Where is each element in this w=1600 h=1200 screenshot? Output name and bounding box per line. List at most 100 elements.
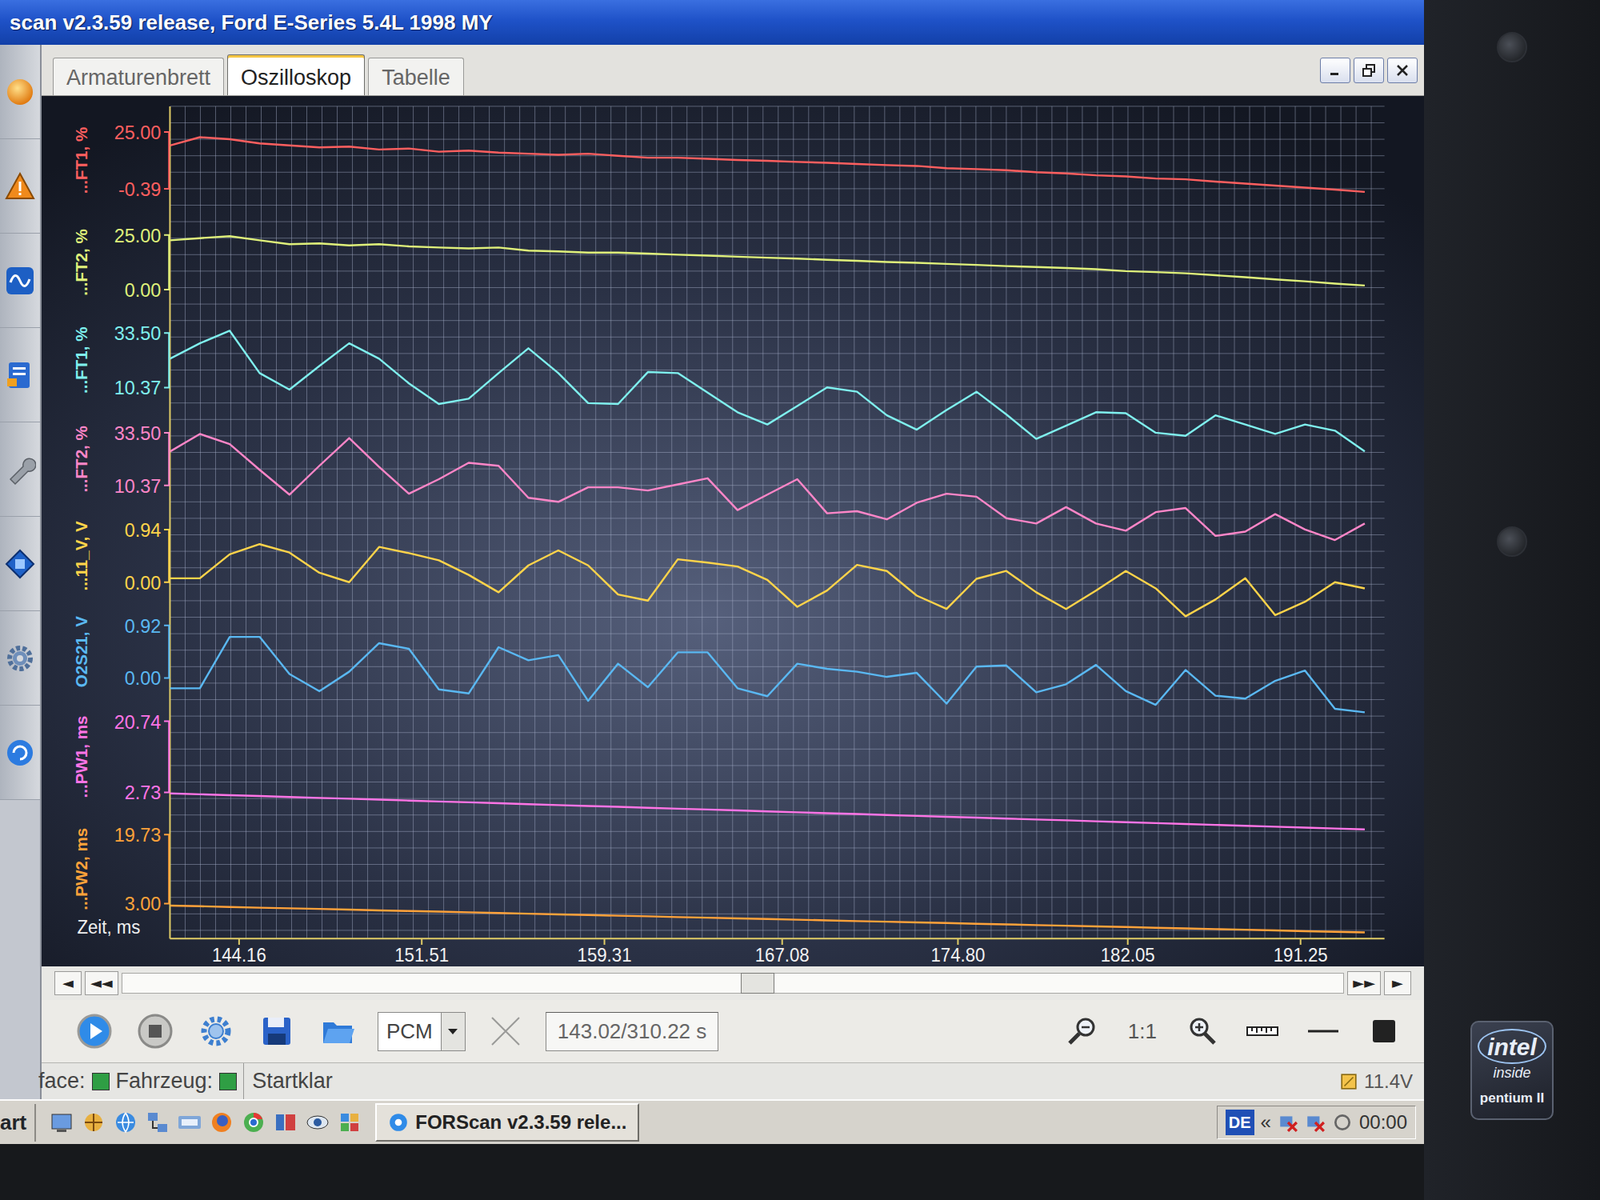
zoom-in-icon <box>1183 1012 1220 1050</box>
sidebar-item[interactable] <box>0 611 40 706</box>
series-line <box>169 236 1364 286</box>
axis-min-label: 3.00 <box>124 892 162 916</box>
clear-button[interactable] <box>484 1010 527 1052</box>
tab[interactable]: Oszilloskop <box>227 54 365 96</box>
minimize-button[interactable] <box>1320 57 1351 84</box>
tab-row: ArmaturenbrettOszilloskopTabelle <box>41 44 1424 96</box>
sticker-line: inside <box>1492 1065 1531 1080</box>
ruler-button[interactable] <box>1241 1010 1284 1052</box>
language-indicator[interactable]: DE <box>1225 1109 1255 1136</box>
axis-min-label: 10.37 <box>114 376 162 400</box>
settings-button[interactable] <box>195 1010 237 1052</box>
time-tick: 159.31 <box>577 944 632 966</box>
axis-max-label: 0.94 <box>124 519 162 542</box>
series: 19.733.00...PW2, ms <box>72 824 1365 933</box>
ruler-icon <box>1244 1012 1281 1050</box>
network-offline-icon[interactable] <box>1304 1112 1326 1133</box>
zoom-in-button[interactable] <box>1180 1010 1223 1052</box>
sidebar-item[interactable] <box>0 705 40 800</box>
chip-icon <box>4 548 36 580</box>
sidebar-item[interactable] <box>0 44 40 140</box>
series: 25.00-0.39...FT1, % <box>72 121 1365 200</box>
line-button[interactable] <box>1302 1010 1344 1052</box>
fill-button[interactable] <box>1363 1010 1405 1052</box>
series-label: O2S21, V <box>72 615 91 688</box>
time-position-field: 143.02/310.22 s <box>545 1012 720 1052</box>
save-button[interactable] <box>256 1010 298 1052</box>
sticker-brand: intel <box>1477 1028 1547 1064</box>
series-line <box>169 137 1364 192</box>
axis-min-label: 0.00 <box>124 571 162 594</box>
folder-icon <box>319 1012 356 1050</box>
network-offline-icon[interactable] <box>1277 1112 1299 1133</box>
scroll-left-button[interactable]: ◄ <box>54 971 82 996</box>
series: 0.94 0.00 ...11_V, V <box>72 519 1365 617</box>
sidebar-item[interactable] <box>0 516 40 612</box>
start-button[interactable]: art <box>0 1104 36 1142</box>
scroll-end-button[interactable]: ►► <box>1347 971 1381 996</box>
close-button[interactable] <box>1387 57 1418 84</box>
status-label: Fahrzeug: <box>116 1064 214 1098</box>
zoom-reset-button[interactable]: 1:1 <box>1123 1014 1162 1049</box>
dropdown-icon <box>447 1027 459 1036</box>
vnc-icon[interactable] <box>176 1109 203 1136</box>
task-label: FORScan v2.3.59 rele... <box>415 1108 627 1137</box>
zoom-out-button[interactable] <box>1062 1010 1104 1052</box>
tab[interactable]: Tabelle <box>368 57 464 96</box>
axis-min-label: 0.00 <box>124 279 162 302</box>
axis-max-label: 19.73 <box>114 824 162 847</box>
chart-background <box>41 96 1424 967</box>
time-scrollbar: ◄ ◄◄ ►► ► <box>41 966 1424 1000</box>
play-button[interactable] <box>73 1010 116 1052</box>
scroll-track[interactable] <box>121 972 1345 994</box>
voltage-value: 11.4V <box>1364 1067 1413 1096</box>
time-tick: 167.08 <box>755 944 810 966</box>
scroll-start-button[interactable]: ◄◄ <box>84 971 119 996</box>
chart-canvas[interactable]: 25.00-0.39...FT1, %25.000.00...FT2, %33.… <box>41 96 1424 967</box>
sidebar-item[interactable] <box>0 139 40 234</box>
series: 20.742.73...PW1, ms <box>72 710 1365 830</box>
tab[interactable]: Armaturenbrett <box>52 57 224 96</box>
restore-button[interactable] <box>1353 57 1384 84</box>
series-label: ...11_V, V <box>72 520 91 592</box>
open-button[interactable] <box>316 1010 359 1052</box>
stop-button[interactable] <box>134 1010 176 1052</box>
status-label: face: <box>38 1064 86 1098</box>
laptop-bezel: intel inside pentium II <box>1424 0 1600 1200</box>
firefox-icon[interactable] <box>208 1109 235 1136</box>
time-tick: 151.51 <box>394 944 449 966</box>
browser-icon[interactable] <box>112 1109 139 1136</box>
close-icon <box>1394 62 1411 79</box>
oscilloscope-chart[interactable]: 25.00-0.39...FT1, %25.000.00...FT2, %33.… <box>41 96 1424 967</box>
cpu-sticker: intel inside pentium II <box>1470 1020 1554 1120</box>
sidebar-item[interactable] <box>0 422 40 517</box>
desktop-icon[interactable] <box>48 1109 75 1136</box>
chrome-icon[interactable] <box>240 1109 267 1136</box>
system-tray: DE « 00:00 <box>1216 1105 1416 1140</box>
task-button[interactable]: FORScan v2.3.59 rele... <box>375 1103 640 1142</box>
floppy-icon <box>258 1012 296 1050</box>
module-select[interactable]: PCM <box>377 1012 466 1052</box>
axis-min-label: 10.37 <box>114 474 162 497</box>
sidebar-item[interactable] <box>0 328 40 423</box>
sidebar-item[interactable] <box>0 233 40 328</box>
puzzle-icon[interactable] <box>336 1109 363 1136</box>
square-icon <box>1365 1012 1403 1050</box>
quick-launch <box>48 1109 363 1136</box>
tool-icon[interactable] <box>272 1109 299 1136</box>
eye-icon[interactable] <box>304 1109 331 1136</box>
axis-min-label: 2.73 <box>124 781 162 804</box>
scroll-thumb[interactable] <box>740 972 775 994</box>
power-icon[interactable] <box>1332 1112 1353 1133</box>
cross-icon <box>487 1012 524 1050</box>
tray-expand-button[interactable]: « <box>1260 1108 1272 1137</box>
series-line <box>169 793 1364 830</box>
restore-icon <box>1360 62 1377 79</box>
scroll-right-button[interactable]: ► <box>1384 971 1412 996</box>
series-label: ...FT2, % <box>72 425 91 493</box>
chart-grid <box>169 106 1384 939</box>
app-icon[interactable] <box>80 1109 107 1136</box>
time-axis <box>169 937 1384 940</box>
network-icon[interactable] <box>144 1109 171 1136</box>
document-icon <box>4 359 36 392</box>
